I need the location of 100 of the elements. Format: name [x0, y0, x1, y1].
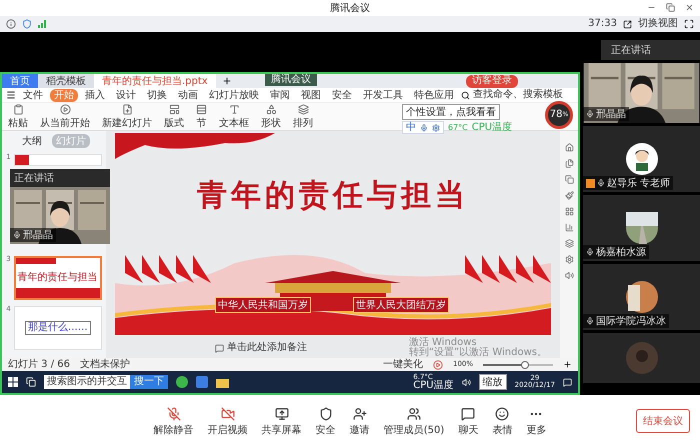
- view-icon: [623, 20, 632, 28]
- slogan-banner: 世界人民大团结万岁: [353, 297, 449, 313]
- chat-icon: [461, 406, 476, 420]
- app-tab[interactable]: 稻壳模板: [38, 74, 94, 88]
- avatar: [626, 212, 658, 244]
- settings-icon[interactable]: [564, 255, 574, 264]
- toolbar-button[interactable]: 更多: [526, 406, 546, 436]
- ribbon-button[interactable]: 节: [196, 104, 207, 130]
- clipboard-icon: [12, 104, 24, 114]
- cpu-label: CPU温度: [413, 380, 454, 390]
- participant-tile: 杨嘉柏水源: [583, 195, 700, 261]
- toolbar-button[interactable]: 开启视频: [208, 406, 248, 436]
- cpu-temperature: 67°C: [448, 124, 468, 132]
- task-view-icon[interactable]: [26, 377, 36, 387]
- login-button[interactable]: 访客登录: [466, 75, 518, 88]
- command-search[interactable]: 查找命令、搜索模板: [473, 90, 563, 100]
- panel-tab[interactable]: 大纲: [18, 134, 46, 148]
- menu-tab[interactable]: 安全: [328, 88, 356, 102]
- add-user-icon: [352, 406, 367, 420]
- fullscreen-icon[interactable]: [684, 19, 694, 29]
- toolbar-button[interactable]: 表情: [492, 406, 512, 436]
- ribbon-button[interactable]: 形状: [261, 104, 281, 130]
- chart-icon[interactable]: [564, 223, 574, 232]
- menu-tab[interactable]: 幻灯片放映: [205, 88, 263, 102]
- menu-tab[interactable]: 动画: [174, 88, 202, 102]
- new-tab-icon[interactable]: [222, 76, 232, 86]
- slide-thumbnail[interactable]: 青年的责任与担当: [14, 256, 102, 300]
- zoom-slider[interactable]: [483, 360, 553, 368]
- browser-icon[interactable]: [176, 376, 188, 388]
- grid-icon[interactable]: [564, 207, 574, 216]
- ribbon-button[interactable]: 版式: [164, 104, 184, 130]
- window-title: 腾讯会议: [330, 2, 370, 15]
- zoom-in-icon[interactable]: [563, 360, 572, 369]
- slogan-banner: 中华人民共和国万岁: [215, 297, 311, 313]
- play-icon: [60, 104, 70, 114]
- new-file-icon: [122, 104, 132, 114]
- speaker-icon[interactable]: [462, 378, 471, 386]
- home-icon[interactable]: [564, 143, 574, 152]
- menu-tab[interactable]: 设计: [112, 88, 140, 102]
- menu-tab[interactable]: 审阅: [266, 88, 294, 102]
- menu-tab[interactable]: 特色应用: [410, 88, 458, 102]
- switch-view-button[interactable]: 切换视图: [638, 19, 678, 29]
- mic-off-icon: [166, 406, 181, 420]
- toolbar-button[interactable]: 管理成员(50): [384, 406, 444, 436]
- duplicate-icon[interactable]: [564, 175, 574, 184]
- play-icon[interactable]: [432, 360, 443, 370]
- ribbon-button[interactable]: 文本框: [219, 104, 249, 130]
- close-icon[interactable]: [685, 3, 694, 12]
- app-tab[interactable]: 首页: [2, 74, 38, 88]
- toolbar-button[interactable]: 邀请: [350, 406, 370, 436]
- search-icon: [461, 90, 470, 100]
- layers-icon[interactable]: [564, 239, 574, 248]
- avatar: [626, 281, 658, 313]
- speaking-header: 正在讲话: [601, 40, 700, 60]
- brush-icon[interactable]: [564, 191, 574, 200]
- avatar: [626, 342, 658, 374]
- smiley-icon: [495, 406, 510, 420]
- menu-tab[interactable]: 文件: [19, 88, 47, 102]
- toolbar-button[interactable]: 解除静音: [154, 406, 194, 436]
- shield-icon[interactable]: [22, 19, 32, 29]
- ribbon-button[interactable]: 从当前开始: [40, 104, 90, 130]
- rows-icon: [196, 104, 207, 114]
- slide-thumbnail[interactable]: [14, 154, 102, 166]
- ribbon-button[interactable]: 粘贴: [8, 104, 28, 130]
- mic-icon: [13, 231, 21, 239]
- activation-hint: 转到“设置”以激活 Windows。: [408, 348, 547, 358]
- mic-icon: [586, 248, 594, 256]
- menu-icon[interactable]: [6, 90, 16, 100]
- slide-thumbnail[interactable]: 那是什么……: [14, 306, 102, 350]
- meeting-duration: 37:33: [588, 19, 617, 29]
- ribbon-button[interactable]: 新建幻灯片: [102, 104, 152, 130]
- menu-tab[interactable]: 视图: [297, 88, 325, 102]
- search-button[interactable]: 搜一下: [130, 375, 168, 389]
- app-tab[interactable]: 青年的责任与担当.pptx: [94, 74, 216, 88]
- info-icon[interactable]: [6, 19, 16, 29]
- folder-icon[interactable]: [216, 376, 229, 388]
- beautify-button[interactable]: 一键美化: [382, 360, 423, 370]
- toolbar-button[interactable]: 安全: [316, 406, 336, 436]
- copy-icon[interactable]: [564, 159, 574, 168]
- shield-icon: [318, 406, 333, 420]
- restore-icon[interactable]: [666, 3, 675, 12]
- end-meeting-button[interactable]: 结束会议: [636, 409, 690, 433]
- menu-tab[interactable]: 插入: [81, 88, 109, 102]
- signal-icon: [38, 20, 47, 28]
- layers-icon: [298, 104, 308, 114]
- notes-placeholder[interactable]: 单击此处添加备注: [227, 343, 307, 353]
- avatar: [626, 143, 658, 175]
- video-off-icon: [220, 406, 235, 420]
- menu-tab[interactable]: 切换: [143, 88, 171, 102]
- speaker-video: 邢晶晶: [583, 63, 700, 123]
- notification-icon[interactable]: [563, 378, 572, 386]
- ribbon-button[interactable]: 排列: [293, 104, 313, 130]
- tooltip: 个性设置，点我看看: [402, 104, 500, 120]
- toolbar-button[interactable]: 共享屏幕: [262, 406, 302, 436]
- toolbar-button[interactable]: 聊天: [458, 406, 478, 436]
- windows-logo-icon[interactable]: [8, 377, 18, 387]
- mic-icon: [597, 179, 605, 187]
- taskbar-search[interactable]: 搜索图示的并交互 搜一下: [44, 375, 168, 389]
- menu-tab[interactable]: 开发工具: [359, 88, 407, 102]
- input-method-bar[interactable]: 中: [402, 121, 444, 134]
